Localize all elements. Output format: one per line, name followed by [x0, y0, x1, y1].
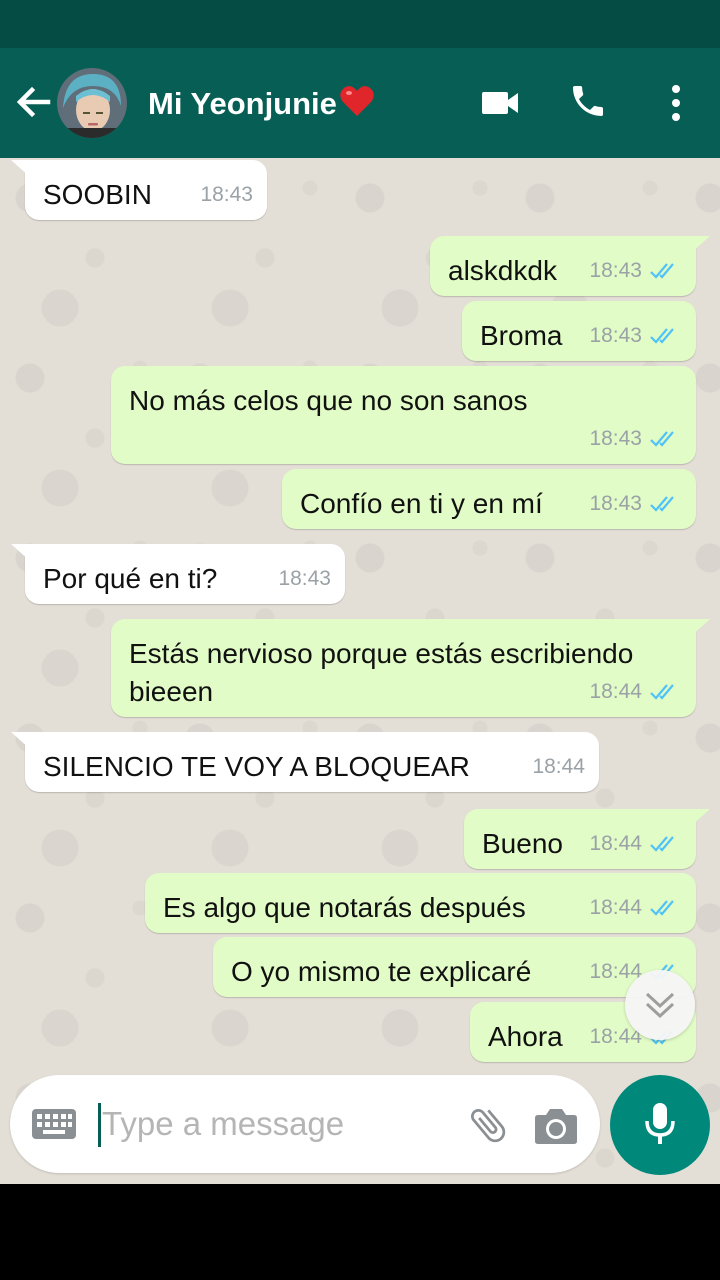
bubble-tail	[11, 544, 31, 562]
message-meta: 18:44	[532, 748, 585, 786]
message-text: Es algo que notarás después	[163, 892, 526, 923]
message-time: 18:43	[589, 492, 642, 515]
bubble-tail	[690, 809, 710, 827]
message-composer	[10, 1075, 600, 1173]
avatar[interactable]	[57, 68, 127, 138]
incoming-message-bubble[interactable]: SOOBIN 18:43	[11, 160, 267, 220]
message-meta: 18:43	[589, 485, 682, 523]
microphone-icon	[645, 1103, 675, 1144]
message-time: 18:44	[532, 755, 585, 778]
video-call-icon	[482, 92, 518, 114]
message-text: Por qué en ti?	[43, 563, 218, 594]
outgoing-message-bubble[interactable]: O yo mismo te explicaré 18:44	[213, 937, 696, 997]
contact-name: Mi Yeonjunie	[148, 86, 337, 121]
avatar-photo	[57, 68, 127, 138]
outgoing-message-bubble[interactable]: Es algo que notarás después 18:44	[145, 873, 696, 933]
read-receipt-icon	[650, 431, 674, 447]
message-time: 18:43	[278, 567, 331, 590]
message-time: 18:43	[589, 324, 642, 347]
bubble-tail	[690, 619, 710, 637]
outgoing-message-bubble[interactable]: Estás nervioso porque estás escribiendo …	[111, 619, 710, 717]
back-arrow-icon	[16, 86, 51, 118]
message-meta: 18:43	[589, 317, 682, 355]
message-text: SILENCIO TE VOY A BLOQUEAR	[43, 751, 470, 782]
outgoing-message-bubble[interactable]: Bueno 18:44	[464, 809, 710, 869]
message-text: No más celos que no son sanos	[129, 385, 528, 416]
more-vert-icon	[672, 85, 680, 121]
back-button[interactable]	[14, 82, 54, 122]
message-meta: 18:43	[200, 176, 253, 214]
read-receipt-icon	[650, 836, 674, 852]
bubble-tail	[11, 160, 31, 178]
outgoing-message-bubble[interactable]: No más celos que no son sanos 18:43	[111, 366, 696, 464]
bubble-tail	[11, 732, 31, 750]
incoming-message-bubble[interactable]: Por qué en ti? 18:43	[11, 544, 345, 604]
message-list[interactable]: SOOBIN 18:43 alskdkdk 18:43 Broma 18:43 No más…	[0, 158, 720, 1184]
contact-title[interactable]: Mi Yeonjunie	[148, 84, 375, 122]
message-text: Bueno	[482, 828, 563, 859]
message-text: alskdkdk	[448, 255, 557, 286]
read-receipt-icon	[650, 900, 674, 916]
message-text: Broma	[480, 320, 563, 351]
message-meta: 18:44	[589, 825, 682, 863]
scroll-to-bottom-button[interactable]	[625, 970, 695, 1040]
status-bar	[0, 0, 720, 48]
read-receipt-icon	[650, 684, 674, 700]
bubble-tail	[690, 236, 710, 254]
text-caret	[98, 1103, 101, 1147]
paperclip-icon[interactable]	[466, 1103, 510, 1147]
message-meta: 18:43	[589, 252, 682, 290]
message-time: 18:44	[589, 832, 642, 855]
outgoing-message-bubble[interactable]: Confío en ti y en mí 18:43	[282, 469, 696, 529]
system-nav-bar	[0, 1184, 720, 1280]
read-receipt-icon	[650, 328, 674, 344]
chat-header: Mi Yeonjunie	[0, 48, 720, 158]
heart-icon	[340, 86, 374, 116]
phone-icon	[573, 86, 603, 116]
message-time: 18:43	[589, 427, 642, 450]
message-text: Ahora	[488, 1021, 563, 1052]
message-time: 18:44	[589, 680, 642, 703]
voice-record-button[interactable]	[610, 1075, 710, 1175]
message-time: 18:44	[589, 896, 642, 919]
camera-icon[interactable]	[534, 1107, 578, 1145]
double-chevron-down-icon	[645, 992, 675, 1019]
message-meta: 18:43	[589, 420, 682, 458]
message-time: 18:43	[200, 183, 253, 206]
video-call-button[interactable]	[480, 86, 520, 120]
read-receipt-icon	[650, 496, 674, 512]
message-meta: 18:43	[278, 560, 331, 598]
outgoing-message-bubble[interactable]: Broma 18:43	[462, 301, 696, 361]
outgoing-message-bubble[interactable]: alskdkdk 18:43	[430, 236, 710, 296]
more-options-button[interactable]	[664, 83, 688, 123]
voice-call-button[interactable]	[568, 81, 608, 121]
message-text: SOOBIN	[43, 179, 152, 210]
incoming-message-bubble[interactable]: SILENCIO TE VOY A BLOQUEAR 18:44	[11, 732, 599, 792]
read-receipt-icon	[650, 263, 674, 279]
message-input[interactable]	[102, 1097, 442, 1151]
message-meta: 18:44	[589, 889, 682, 927]
message-meta: 18:44	[589, 673, 682, 711]
message-text: O yo mismo te explicaré	[231, 956, 532, 987]
message-time: 18:43	[589, 259, 642, 282]
message-text: Confío en ti y en mí	[300, 488, 543, 519]
keyboard-icon[interactable]	[32, 1109, 76, 1139]
